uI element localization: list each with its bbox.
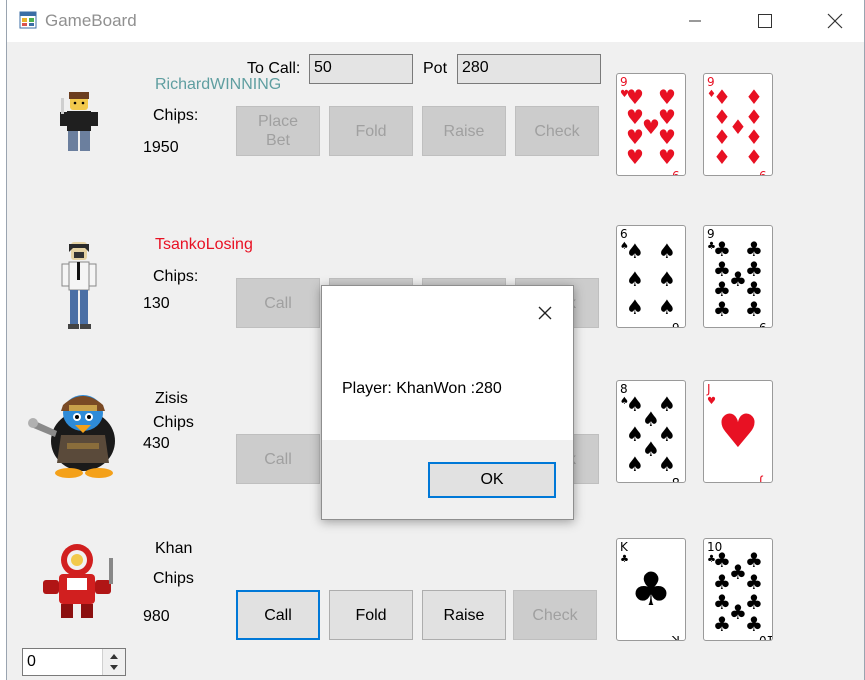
player-name-tsanko: TsankoLosing (155, 236, 253, 253)
chips-value-khan: 980 (143, 608, 170, 625)
chips-label-khan: Chips (153, 570, 194, 587)
card-richard-2-pip: ♦ (713, 145, 731, 169)
chips-label-zisis: Chips (153, 414, 194, 431)
card-tsanko-2-face: 9♣9♣ ♣♣ ♣♣♣ ♣♣ ♣ (707, 227, 767, 327)
card-tsanko-2-pip: ♣ (745, 297, 763, 321)
spin-up-icon[interactable] (109, 653, 119, 660)
player-avatar-richard (60, 92, 98, 151)
card-khan-2-pip: ♣ (745, 590, 763, 614)
card-richard-2: 9 ♦ 9 ♦ ♦ ♦ ♦ ♦ ♦ ♦ ♦ ♦ (703, 73, 773, 176)
card-tsanko-1-rank-bottom: 6 (672, 320, 680, 327)
place-bet-button-richard[interactable]: Place Bet (236, 106, 320, 156)
card-tsanko-1: 6 ♠ 6 ♠ ♠ ♠ ♠ ♠ ♠ (616, 225, 686, 328)
player-name-khan: Khan (155, 540, 193, 557)
card-zisis-1-pip: ♠ (626, 452, 644, 476)
card-tsanko-1-pip: ♠ (658, 267, 676, 291)
card-richard-1: 9 ♥ 9 ♥ ♥ ♥ ♥ ♥ ♥ ♥ ♥ ♥ (616, 73, 686, 176)
message-dialog: Player: KhanWon :280 OK (321, 285, 574, 520)
check-button-richard[interactable]: Check (515, 106, 599, 156)
bet-amount-spinner-buttons[interactable] (102, 649, 125, 675)
chips-value-richard: 1950 (143, 139, 179, 156)
check-button-khan[interactable]: Check (513, 590, 597, 640)
fold-button-richard[interactable]: Fold (329, 106, 413, 156)
card-khan-2-pip: ♣ (745, 612, 763, 636)
card-zisis-2-rank: J (706, 382, 711, 396)
call-button-zisis[interactable]: Call (236, 434, 320, 484)
window-title: GameBoard (45, 11, 137, 30)
title-bar: GameBoard (7, 0, 864, 42)
card-tsanko-1-pip: ♠ (626, 267, 644, 291)
dialog-message: Player: KhanWon :280 (342, 380, 502, 397)
card-zisis-1-pip: ♠ (658, 452, 676, 476)
call-button-khan[interactable]: Call (236, 590, 320, 640)
card-zisis-2-rank-bottom: J (759, 475, 764, 482)
dialog-close-icon[interactable] (530, 298, 560, 328)
card-khan-1-face: K♣K♣ (620, 540, 680, 640)
close-icon (827, 13, 843, 29)
card-zisis-1-face: 8♠8♠ ♠♠♠ ♠♠♠ ♠ (620, 382, 680, 482)
pot-label: Pot (423, 60, 448, 77)
card-khan-1: K ♣ K ♣ (616, 538, 686, 641)
player-avatar-khan (43, 544, 113, 618)
card-khan-2-face: 10♣10♣♣♣♣♣♣♣♣♣♣ (707, 540, 772, 640)
app-icon (19, 11, 37, 29)
card-richard-1-rank-bottom: 9 (672, 168, 680, 175)
pot-field[interactable]: 280 (457, 54, 601, 84)
player-avatar-tsanko (61, 242, 97, 329)
card-zisis-2-center-suit: ♥ (717, 404, 758, 458)
card-tsanko-2: 9 ♣ 9 ♣ ♣ ♣ ♣ ♣ ♣ ♣ ♣ ♣ (703, 225, 773, 328)
card-richard-1-face: 9♥9♥ ♥♥ ♥♥♥ ♥♥ ♥ (620, 75, 680, 175)
player-name-richard: RichardWINNING (155, 76, 282, 93)
raise-button-khan[interactable]: Raise (422, 590, 506, 640)
card-richard-2-pip: ♦ (745, 145, 763, 169)
card-khan-2-pip: ♣ (713, 612, 731, 636)
card-tsanko-1-pip: ♠ (626, 239, 644, 263)
close-button[interactable] (805, 0, 865, 42)
fold-button-khan[interactable]: Fold (329, 590, 413, 640)
card-tsanko-2-pip: ♣ (713, 297, 731, 321)
to-call-field[interactable]: 50 (309, 54, 413, 84)
card-tsanko-1-face: 6♠6♠ ♠♠ ♠♠ ♠ (620, 227, 680, 327)
card-tsanko-1-pip: ♠ (658, 239, 676, 263)
spin-down-icon[interactable] (109, 664, 119, 671)
card-khan-1-center-suit: ♣ (630, 562, 671, 616)
card-richard-2-face: 9♦9♦ ♦♦ ♦♦♦ ♦♦ ♦ (707, 75, 767, 175)
call-button-tsanko[interactable]: Call (236, 278, 320, 328)
card-richard-1-pip: ♥ (626, 145, 644, 169)
card-tsanko-2-rank-bottom: 9 (759, 320, 767, 327)
card-khan-1-corner-suit: ♣ (620, 554, 629, 565)
card-khan-2-pip: ♣ (745, 548, 763, 572)
chips-label-tsanko: Chips: (153, 268, 199, 285)
card-zisis-1: 8 ♠ 8 ♠ ♠ ♠ ♠ ♠ ♠ ♠ ♠ (616, 380, 686, 483)
card-khan-1-rank-bottom: K (671, 633, 680, 640)
bet-amount-value: 0 (27, 653, 36, 670)
player-name-zisis: Zisis (155, 390, 188, 407)
chips-value-zisis: 430 (143, 435, 170, 452)
card-zisis-2-corner-suit: ♥ (707, 396, 716, 407)
bet-amount-input[interactable]: 0 (22, 648, 126, 676)
minimize-button[interactable] (665, 0, 725, 42)
chips-label-richard: Chips: (153, 107, 199, 124)
card-khan-1-rank: K (620, 540, 629, 554)
raise-button-richard[interactable]: Raise (422, 106, 506, 156)
card-zisis-1-pip: ♠ (658, 392, 676, 416)
maximize-button[interactable] (735, 0, 795, 42)
card-zisis-2-face: J♥J♥ (706, 382, 764, 482)
ok-button[interactable]: OK (428, 462, 556, 498)
card-tsanko-1-pip: ♠ (626, 295, 644, 319)
maximize-icon (758, 14, 772, 28)
minimize-icon (689, 20, 701, 22)
card-richard-2-rank-bottom: 9 (759, 168, 767, 175)
chips-value-tsanko: 130 (143, 295, 170, 312)
card-zisis-1-pip: ♠ (658, 422, 676, 446)
card-khan-2: 10♣10♣♣♣♣♣♣♣♣♣♣ (703, 538, 773, 641)
card-tsanko-1-pip: ♠ (658, 295, 676, 319)
card-zisis-1-rank-bottom: 8 (672, 475, 680, 482)
player-avatar-zisis (28, 395, 115, 478)
gameboard-window: GameBoard To Call: 50 Pot 280 RichardWIN… (6, 0, 865, 680)
card-zisis-2: J ♥ J ♥ (703, 380, 773, 483)
card-richard-1-pip: ♥ (658, 145, 676, 169)
